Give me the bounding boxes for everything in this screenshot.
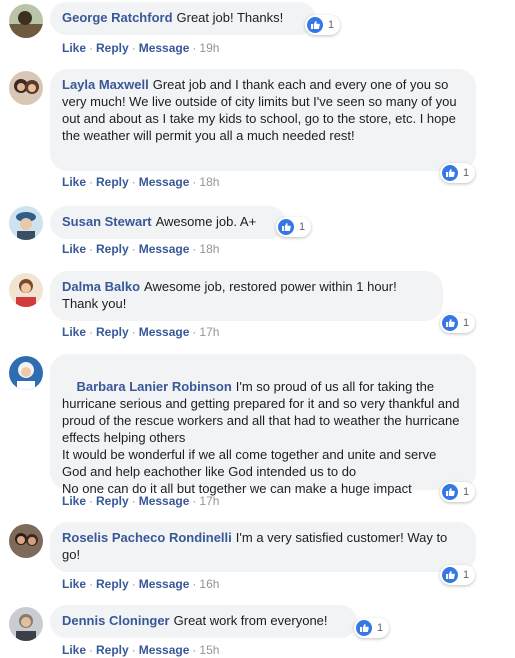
comment-bubble: Susan Stewart Awesome job. A+: [50, 206, 286, 239]
timestamp[interactable]: 15h: [199, 643, 219, 657]
reaction-count[interactable]: 1: [440, 313, 476, 333]
thumbs-up-icon: [442, 484, 458, 500]
message-link[interactable]: Message: [139, 175, 190, 189]
reaction-count[interactable]: 1: [440, 482, 476, 502]
comment-actions: Like · Reply · Message · 17h: [62, 494, 220, 508]
reaction-count[interactable]: 1: [440, 163, 476, 183]
reaction-number: 1: [463, 167, 470, 179]
avatar[interactable]: [9, 524, 43, 558]
comment-author[interactable]: Dalma Balko: [62, 279, 140, 294]
comment-actions: Like · Reply · Message · 15h: [62, 643, 220, 657]
comment-author[interactable]: George Ratchford: [62, 10, 173, 25]
reply-link[interactable]: Reply: [96, 242, 129, 256]
reply-link[interactable]: Reply: [96, 494, 129, 508]
comment-bubble: Dalma Balko Awesome job, restored power w…: [50, 271, 443, 321]
avatar[interactable]: [9, 71, 43, 105]
like-link[interactable]: Like: [62, 577, 86, 591]
reply-link[interactable]: Reply: [96, 41, 129, 55]
reaction-number: 1: [328, 19, 335, 31]
comment-actions: Like · Reply · Message · 18h: [62, 242, 220, 256]
thumbs-up-icon: [442, 165, 458, 181]
comment-author[interactable]: Layla Maxwell: [62, 77, 149, 92]
reaction-count[interactable]: 1: [440, 565, 476, 585]
like-link[interactable]: Like: [62, 643, 86, 657]
reaction-number: 1: [463, 317, 470, 329]
reply-link[interactable]: Reply: [96, 175, 129, 189]
timestamp[interactable]: 16h: [199, 577, 219, 591]
comment-text: Great job! Thanks!: [176, 10, 284, 25]
reply-link[interactable]: Reply: [96, 325, 129, 339]
avatar[interactable]: [9, 4, 43, 38]
comment-actions: Like · Reply · Message · 17h: [62, 325, 220, 339]
like-link[interactable]: Like: [62, 175, 86, 189]
reply-link[interactable]: Reply: [96, 577, 129, 591]
thumbs-up-icon: [278, 219, 294, 235]
reaction-count[interactable]: 1: [354, 618, 390, 638]
comment-text: Awesome job. A+: [155, 214, 257, 229]
message-link[interactable]: Message: [139, 643, 190, 657]
reaction-count[interactable]: 1: [305, 15, 341, 35]
reaction-count[interactable]: 1: [276, 217, 312, 237]
avatar[interactable]: [9, 356, 43, 390]
comment-bubble: Barbara Lanier Robinson I'm so proud of u…: [50, 354, 476, 496]
thumbs-up-icon: [307, 17, 323, 33]
timestamp[interactable]: 19h: [199, 41, 219, 55]
comment-bubble: Dennis Cloninger Great work from everyone…: [50, 605, 357, 638]
comment-author[interactable]: Dennis Cloninger: [62, 613, 170, 628]
avatar[interactable]: [9, 206, 43, 240]
like-link[interactable]: Like: [62, 494, 86, 508]
message-link[interactable]: Message: [139, 494, 190, 508]
reaction-number: 1: [463, 486, 470, 498]
comment-author[interactable]: Roselis Pacheco Rondinelli: [62, 530, 232, 545]
message-link[interactable]: Message: [139, 41, 190, 55]
reaction-number: 1: [377, 622, 384, 634]
reaction-number: 1: [463, 569, 470, 581]
comment-bubble: Layla Maxwell Great job and I thank each …: [50, 69, 476, 171]
comment-bubble: Roselis Pacheco Rondinelli I'm a very sat…: [50, 522, 476, 572]
timestamp[interactable]: 17h: [199, 494, 219, 508]
like-link[interactable]: Like: [62, 41, 86, 55]
comment-actions: Like · Reply · Message · 16h: [62, 577, 220, 591]
comment-text: I'm so proud of us all for taking the hu…: [62, 379, 460, 496]
message-link[interactable]: Message: [139, 325, 190, 339]
comment-text: Great work from everyone!: [173, 613, 328, 628]
message-link[interactable]: Message: [139, 577, 190, 591]
comment-author[interactable]: Susan Stewart: [62, 214, 152, 229]
reaction-number: 1: [299, 221, 306, 233]
reply-link[interactable]: Reply: [96, 643, 129, 657]
avatar[interactable]: [9, 607, 43, 641]
comment-actions: Like · Reply · Message · 19h: [62, 41, 220, 55]
timestamp[interactable]: 17h: [199, 325, 219, 339]
timestamp[interactable]: 18h: [199, 242, 219, 256]
timestamp[interactable]: 18h: [199, 175, 219, 189]
thumbs-up-icon: [442, 315, 458, 331]
thumbs-up-icon: [442, 567, 458, 583]
like-link[interactable]: Like: [62, 325, 86, 339]
like-link[interactable]: Like: [62, 242, 86, 256]
comment-actions: Like · Reply · Message · 18h: [62, 175, 220, 189]
message-link[interactable]: Message: [139, 242, 190, 256]
thumbs-up-icon: [356, 620, 372, 636]
avatar[interactable]: [9, 273, 43, 307]
comment-bubble: George Ratchford Great job! Thanks!: [50, 2, 316, 35]
comment-author[interactable]: Barbara Lanier Robinson: [76, 379, 231, 394]
